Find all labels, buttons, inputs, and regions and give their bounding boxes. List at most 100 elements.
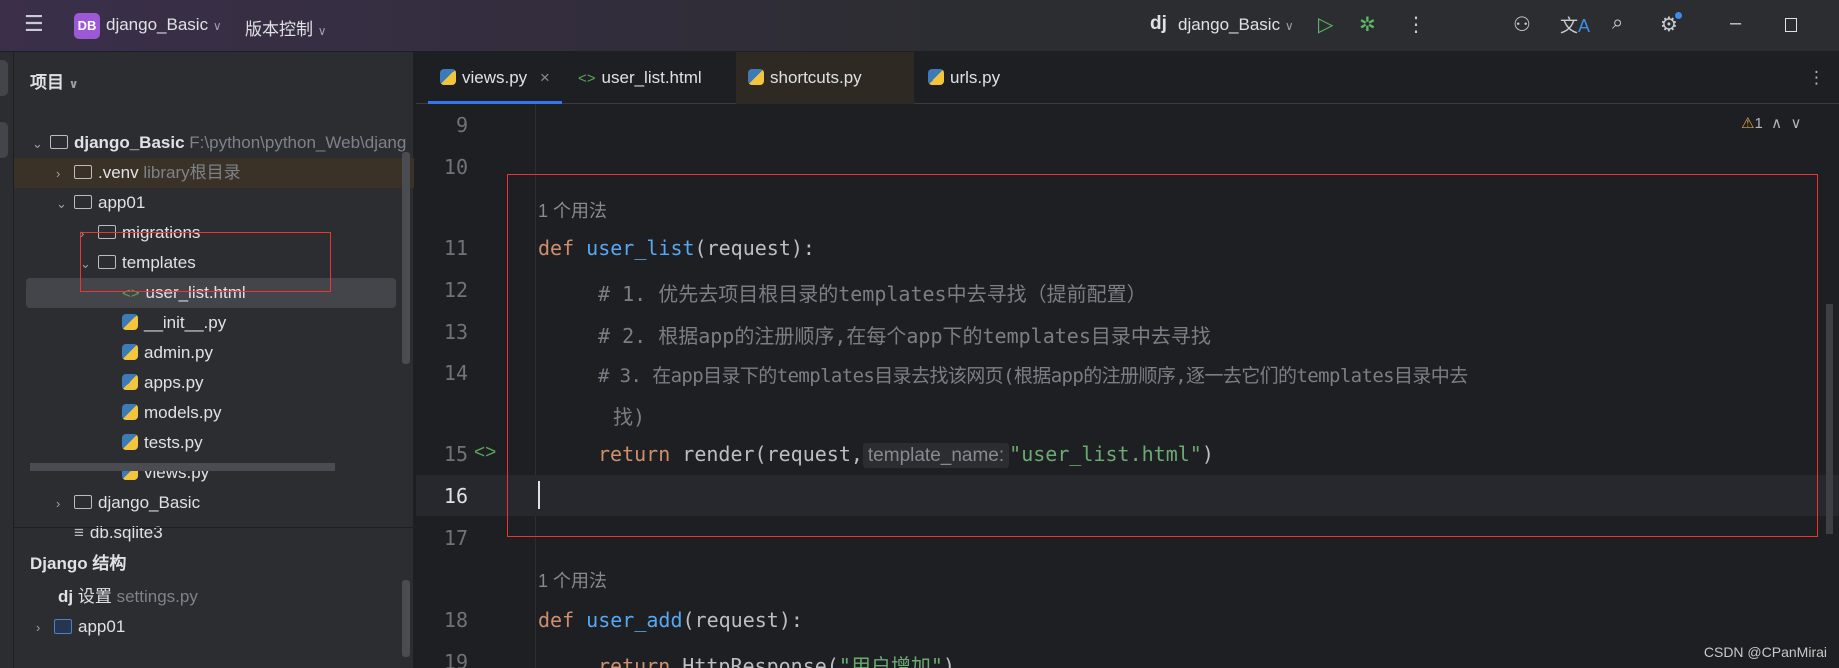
warning-icon: ⚠ bbox=[1741, 115, 1755, 132]
line-number: 9 bbox=[455, 113, 468, 137]
hamburger-icon[interactable]: ☰ bbox=[24, 11, 44, 37]
chevron-right-icon: › bbox=[36, 620, 41, 635]
folder-icon bbox=[98, 225, 116, 239]
add-user-icon[interactable]: ⚇ bbox=[1513, 12, 1531, 37]
tree-item[interactable]: ⌄ django_Basic F:\python\python_Web\djang bbox=[32, 128, 406, 158]
folder-icon bbox=[98, 255, 116, 269]
maximize-icon[interactable] bbox=[1785, 18, 1797, 32]
chevron-right-icon[interactable]: › bbox=[56, 159, 74, 189]
tab-shortcuts-py[interactable]: shortcuts.py bbox=[736, 52, 914, 104]
settings-icon[interactable]: ⚙ bbox=[1660, 12, 1682, 37]
run-config-name: django_Basic bbox=[1178, 15, 1281, 34]
chevron-down-icon: ∨ bbox=[317, 24, 327, 38]
item-hint: settings.py bbox=[116, 587, 198, 606]
tree-item[interactable]: tests.py bbox=[104, 428, 203, 458]
panel-title[interactable]: 项目 ∨ bbox=[30, 68, 78, 93]
tab-options-icon[interactable]: ⋮ bbox=[1796, 52, 1837, 104]
tab-user-list-html[interactable]: <> user_list.html bbox=[566, 52, 714, 104]
more-icon[interactable]: ⋮ bbox=[1406, 12, 1426, 37]
project-panel: 项目 ∨ ⌄ django_Basic F:\python\python_Web\… bbox=[14, 52, 414, 668]
tree-item[interactable]: apps.py bbox=[104, 368, 204, 398]
chevron-down-icon[interactable]: ⌄ bbox=[56, 189, 74, 219]
project-tool-button[interactable] bbox=[0, 60, 8, 96]
current-line-highlight bbox=[416, 475, 1839, 516]
folder-icon bbox=[74, 165, 92, 179]
chevron-down-icon: ∨ bbox=[212, 19, 222, 33]
python-file-icon bbox=[122, 434, 138, 450]
tab-label: urls.py bbox=[950, 68, 1001, 87]
tree-item[interactable]: › .venv library根目录 bbox=[14, 158, 414, 188]
tree-item[interactable]: › django_Basic bbox=[56, 488, 200, 518]
python-file-icon bbox=[122, 344, 138, 360]
chevron-down-icon[interactable]: ⌄ bbox=[80, 249, 98, 279]
chevron-down-icon[interactable]: ∨ bbox=[1790, 115, 1801, 132]
code-line: # 3. 在app目录下的templates目录去找该网页(根据app的注册顺序… bbox=[598, 365, 1468, 387]
structure-item-app01[interactable]: › app01 bbox=[36, 612, 125, 642]
editor-tabs: views.py × <> user_list.html shortcuts.py… bbox=[416, 52, 1839, 104]
code-editor[interactable]: ⚠1 ∧ ∨ 9 10 1 个用法 11 def user_list(reque… bbox=[416, 104, 1839, 668]
tree-item[interactable]: ⌄ app01 bbox=[56, 188, 145, 218]
tab-urls-py[interactable]: urls.py bbox=[916, 52, 1012, 104]
tree-item-label: __init__.py bbox=[144, 313, 227, 332]
chevron-right-icon[interactable]: › bbox=[80, 219, 98, 249]
close-icon[interactable]: × bbox=[540, 68, 550, 87]
tab-views-py[interactable]: views.py × bbox=[428, 52, 562, 104]
minimize-icon[interactable]: – bbox=[1730, 12, 1741, 35]
chevron-down-icon: ∨ bbox=[68, 77, 79, 91]
tree-item-label: migrations bbox=[122, 223, 201, 242]
python-file-icon bbox=[748, 69, 764, 85]
folder-icon bbox=[50, 135, 68, 149]
panel-title-label: 项目 bbox=[30, 73, 64, 92]
tree-item-hint: library根目录 bbox=[143, 163, 241, 182]
tree-item[interactable]: __init__.py bbox=[104, 308, 226, 338]
template-gutter-icon[interactable]: <> bbox=[474, 442, 496, 464]
project-selector[interactable]: django_Basic ∨ bbox=[106, 15, 222, 35]
tree-item[interactable]: models.py bbox=[104, 398, 221, 428]
item-label: 设置 bbox=[77, 587, 112, 606]
tab-label: views.py bbox=[462, 68, 528, 87]
tree-item[interactable]: <> user_list.html bbox=[26, 278, 396, 308]
vertical-scrollbar[interactable] bbox=[1826, 304, 1833, 534]
python-file-icon bbox=[440, 69, 456, 85]
chevron-right-icon[interactable]: › bbox=[56, 489, 74, 519]
usage-hint[interactable]: 1 个用法 bbox=[538, 197, 607, 223]
tree-item[interactable]: › migrations bbox=[80, 218, 200, 248]
chevron-down-icon: ∨ bbox=[1284, 19, 1294, 33]
django-icon: dj bbox=[58, 587, 74, 606]
line-number: 13 bbox=[443, 320, 468, 344]
run-config-selector[interactable]: django_Basic ∨ bbox=[1178, 15, 1294, 35]
line-number: 10 bbox=[443, 155, 468, 179]
horizontal-scrollbar[interactable] bbox=[30, 463, 335, 471]
chevron-up-icon[interactable]: ∧ bbox=[1771, 115, 1782, 132]
vcs-label: 版本控制 bbox=[245, 20, 313, 39]
tree-item-label: app01 bbox=[98, 193, 146, 212]
tree-item-label: models.py bbox=[144, 403, 222, 422]
app-icon bbox=[54, 619, 72, 634]
search-icon[interactable]: ⌕ bbox=[1612, 12, 1623, 35]
usage-hint[interactable]: 1 个用法 bbox=[538, 567, 607, 593]
html-file-icon: <> bbox=[122, 285, 140, 302]
vertical-scrollbar[interactable] bbox=[402, 152, 410, 364]
vcs-menu[interactable]: 版本控制 ∨ bbox=[245, 15, 327, 40]
tree-item[interactable]: ≡ db.sqlite3 bbox=[56, 518, 163, 548]
structure-tool-button[interactable] bbox=[0, 122, 8, 158]
tree-item[interactable]: ⌄ templates bbox=[80, 248, 196, 278]
structure-item-settings[interactable]: dj 设置 settings.py bbox=[58, 582, 198, 612]
code-line: # 2. 根据app的注册顺序,在每个app下的templates目录中去寻找 bbox=[598, 324, 1211, 348]
vertical-scrollbar[interactable] bbox=[402, 580, 410, 657]
tab-label: user_list.html bbox=[601, 68, 702, 87]
code-line: return HttpResponse("用户增加") bbox=[598, 654, 955, 668]
tree-item-label: user_list.html bbox=[145, 283, 246, 302]
folder-icon bbox=[74, 195, 92, 209]
code-line: return render(request, template_name: "use… bbox=[598, 442, 1214, 468]
tree-item[interactable]: admin.py bbox=[104, 338, 213, 368]
chevron-down-icon[interactable]: ⌄ bbox=[32, 129, 50, 159]
inspection-widget[interactable]: ⚠1 ∧ ∨ bbox=[1741, 114, 1801, 132]
run-icon[interactable]: ▷ bbox=[1318, 12, 1333, 37]
line-number: 18 bbox=[443, 608, 468, 632]
code-line: def user_add(request): bbox=[538, 608, 803, 632]
translate-icon[interactable]: 文A bbox=[1560, 12, 1590, 38]
line-number: 14 bbox=[443, 361, 468, 385]
debug-icon[interactable]: ✲ bbox=[1359, 12, 1376, 37]
django-icon: dj bbox=[1150, 13, 1167, 34]
